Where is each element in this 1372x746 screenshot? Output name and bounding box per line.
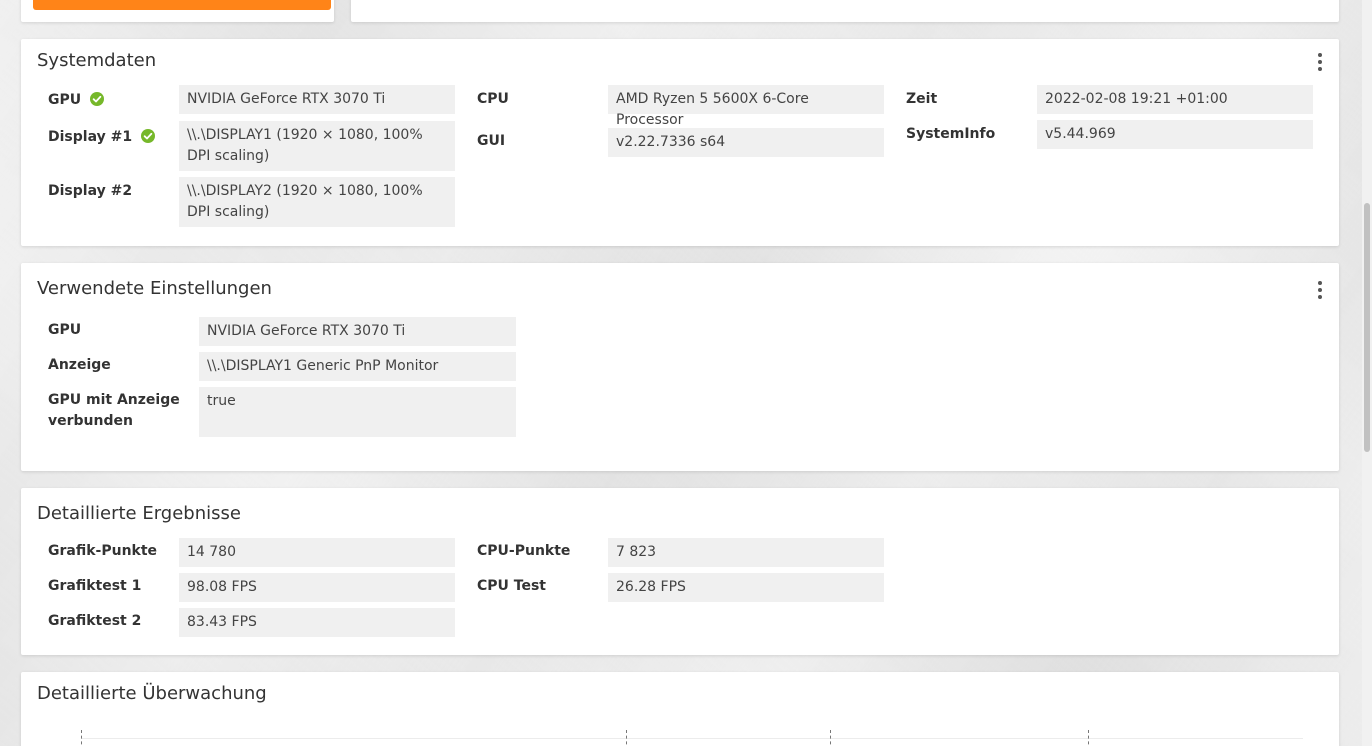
systeminfo-value: v5.44.969 <box>1037 120 1313 149</box>
zeit-label: Zeit <box>906 91 938 107</box>
chart-gridline <box>81 738 1303 739</box>
gui-value: v2.22.7336 s64 <box>608 128 884 157</box>
cpu-punkte-label: CPU-Punkte <box>477 543 571 559</box>
grafik-punkte-value: 14 780 <box>179 538 455 567</box>
cpu-punkte-value: 7 823 <box>608 538 884 567</box>
display2-value: \\.\DISPLAY2 (1920 × 1080, 100% DPI scal… <box>179 177 455 227</box>
chart-marker-line <box>1088 730 1089 746</box>
gpu-verbunden-value: true <box>199 387 516 437</box>
ergebnisse-title: Detaillierte Ergebnisse <box>37 503 241 524</box>
top-left-panel <box>21 0 334 22</box>
ueberwachung-title: Detaillierte Überwachung <box>37 683 267 704</box>
grafiktest2-value: 83.43 FPS <box>179 608 455 637</box>
check-circle-icon <box>140 129 155 143</box>
gpu-verbunden-label: GPU mit Anzeige verbunden <box>48 392 180 429</box>
einstellungen-title: Verwendete Einstellungen <box>37 278 272 299</box>
systemdaten-menu-icon[interactable] <box>1318 53 1322 71</box>
ergebnisse-panel: Detaillierte Ergebnisse Grafik-Punkte 14… <box>21 488 1339 655</box>
monitoring-chart[interactable] <box>81 730 1331 746</box>
systemdaten-panel: Systemdaten GPU NVIDIA GeForce RTX 3070 … <box>21 39 1339 246</box>
einstellungen-gpu-label: GPU <box>48 322 82 338</box>
cpu-label: CPU <box>477 91 509 107</box>
anzeige-value: \\.\DISPLAY1 Generic PnP Monitor <box>199 352 516 381</box>
systemdaten-title: Systemdaten <box>37 50 157 71</box>
anzeige-label: Anzeige <box>48 357 111 373</box>
chart-marker-line <box>81 730 82 746</box>
gpu-label: GPU <box>48 90 104 111</box>
gui-label: GUI <box>477 133 506 149</box>
chart-marker-line <box>626 730 627 746</box>
orange-action-button[interactable] <box>33 0 331 10</box>
scrollbar-thumb[interactable] <box>1364 203 1370 452</box>
display1-label: Display #1 <box>48 127 155 148</box>
top-right-panel <box>351 0 1339 22</box>
einstellungen-gpu-value: NVIDIA GeForce RTX 3070 Ti <box>199 317 516 346</box>
chart-marker-line <box>830 730 831 746</box>
grafiktest2-label: Grafiktest 2 <box>48 613 142 629</box>
page-scrollbar[interactable] <box>1362 0 1372 746</box>
cpu-test-label: CPU Test <box>477 578 546 594</box>
zeit-value: 2022-02-08 19:21 +01:00 <box>1037 85 1313 114</box>
cpu-value: AMD Ryzen 5 5600X 6-Core Processor <box>608 85 884 128</box>
display2-label: Display #2 <box>48 183 133 199</box>
einstellungen-menu-icon[interactable] <box>1318 281 1322 299</box>
grafik-punkte-label: Grafik-Punkte <box>48 543 158 559</box>
display1-value: \\.\DISPLAY1 (1920 × 1080, 100% DPI scal… <box>179 121 455 171</box>
systeminfo-label: SystemInfo <box>906 126 996 142</box>
ueberwachung-panel: Detaillierte Überwachung <box>21 672 1339 746</box>
display1-label-text: Display #1 <box>48 129 133 145</box>
gpu-label-text: GPU <box>48 92 82 108</box>
check-circle-icon <box>90 92 104 106</box>
cpu-test-value: 26.28 FPS <box>608 573 884 602</box>
grafiktest1-label: Grafiktest 1 <box>48 578 142 594</box>
gpu-value: NVIDIA GeForce RTX 3070 Ti <box>179 85 455 114</box>
grafiktest1-value: 98.08 FPS <box>179 573 455 602</box>
einstellungen-panel: Verwendete Einstellungen GPU NVIDIA GeFo… <box>21 263 1339 471</box>
